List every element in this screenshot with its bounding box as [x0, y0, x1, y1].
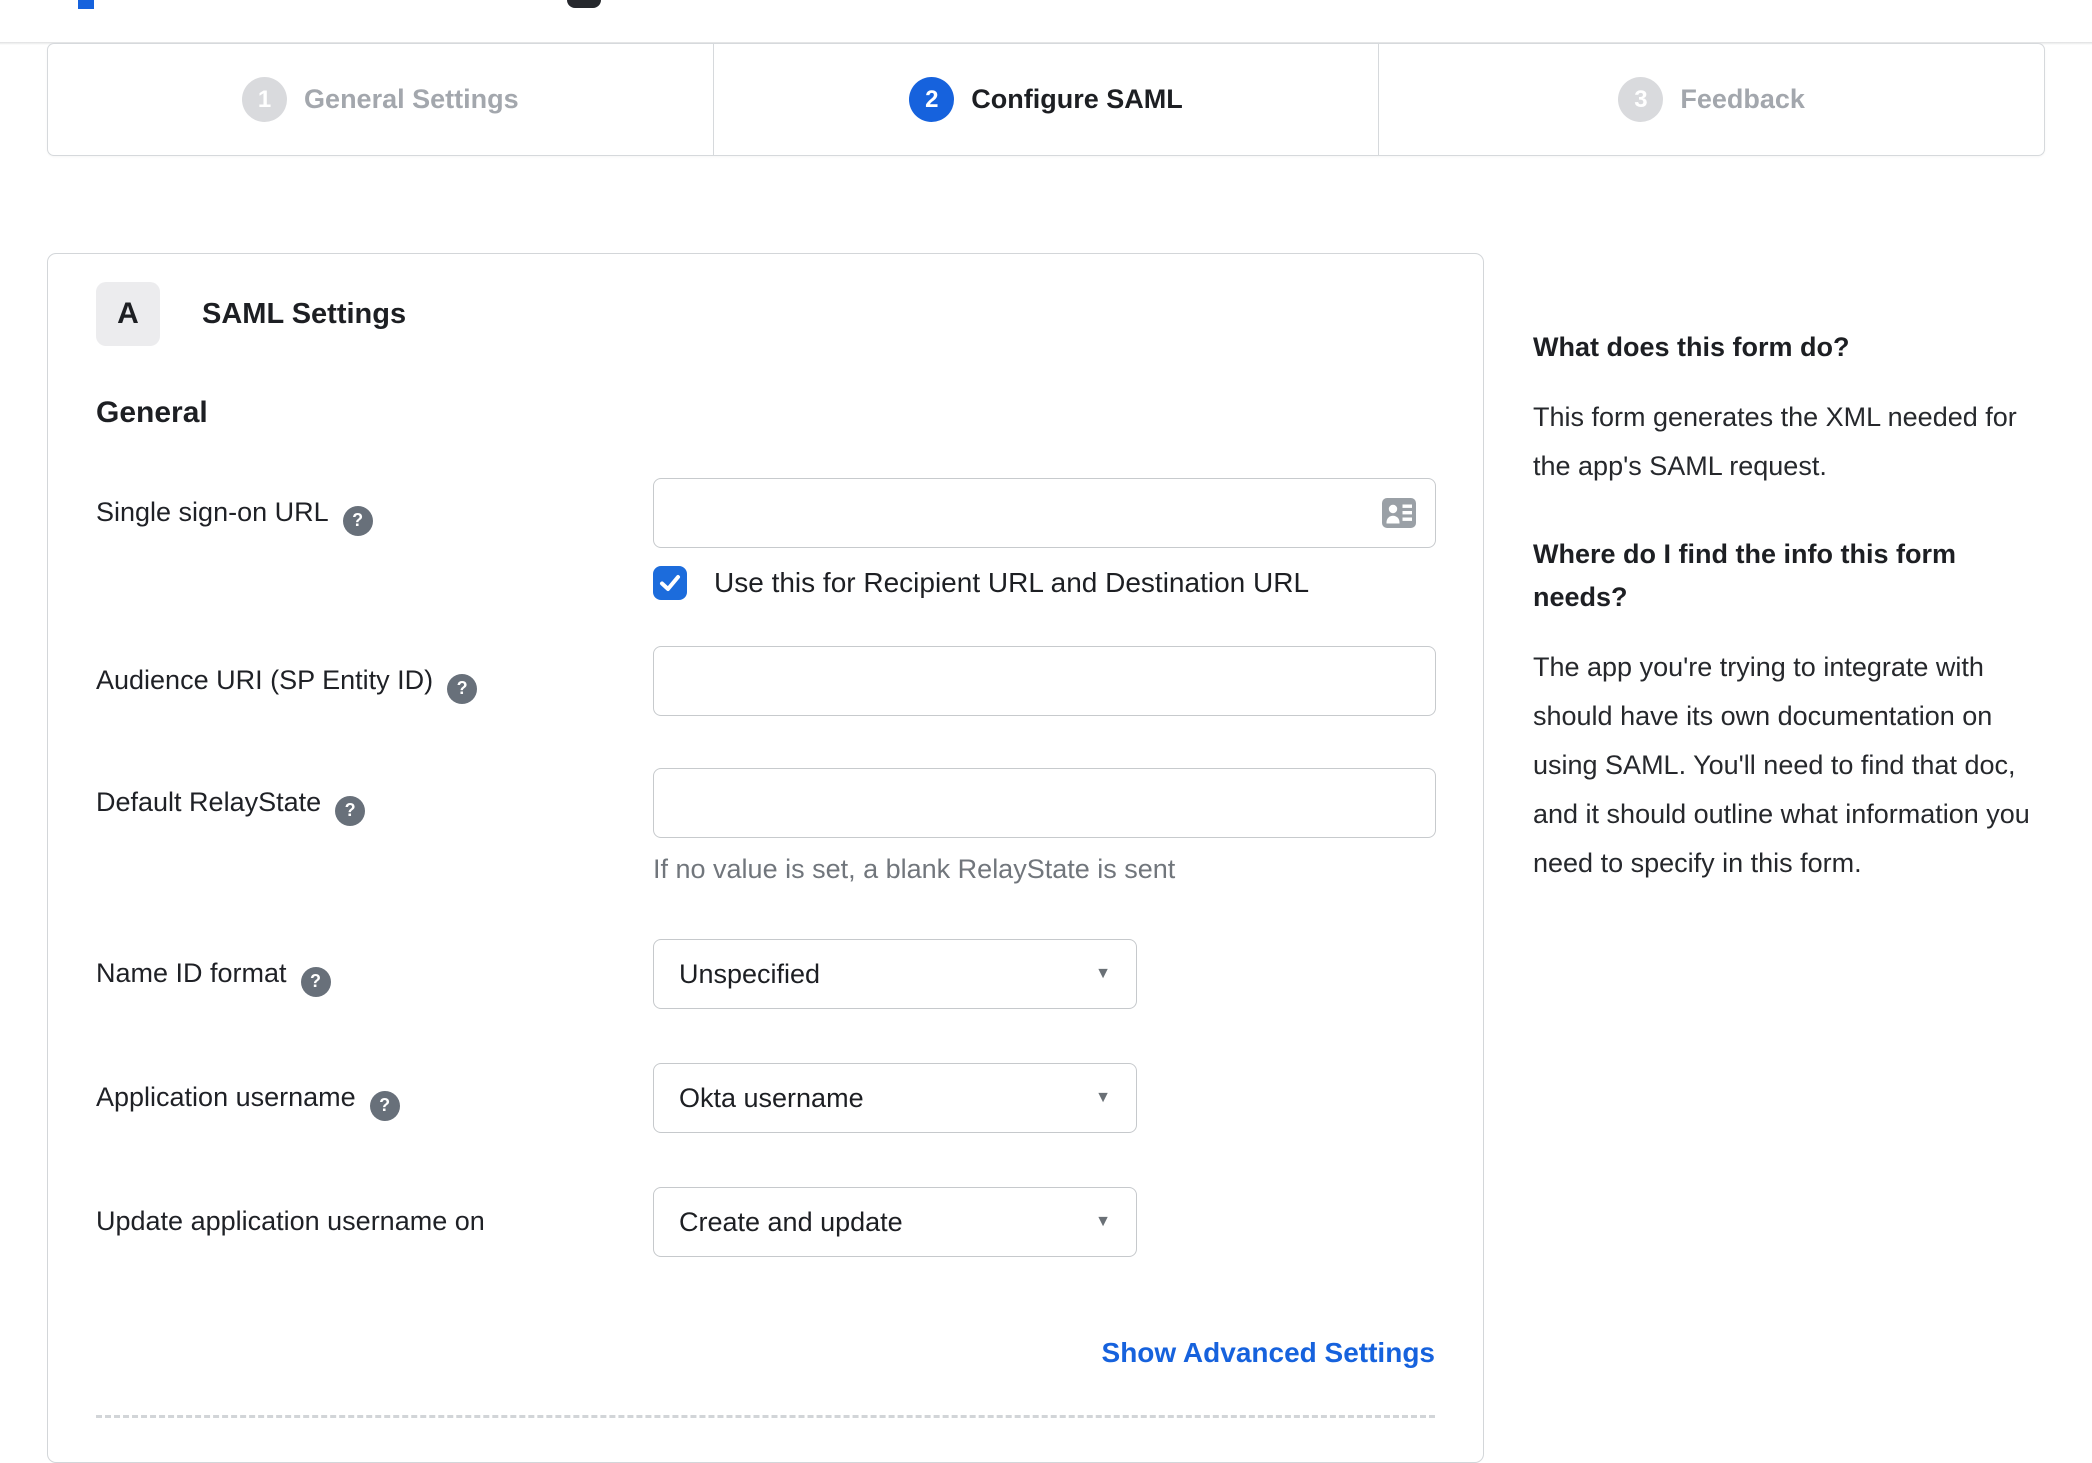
relay-state-input[interactable] — [653, 768, 1436, 838]
general-section-title: General — [96, 396, 208, 429]
step-general-settings[interactable]: 1 General Settings — [48, 44, 713, 155]
saml-settings-panel: A SAML Settings General Single sign-on U… — [47, 253, 1484, 1463]
relay-state-hint: If no value is set, a blank RelayState i… — [653, 854, 1176, 884]
chevron-down-icon: ▼ — [1095, 1213, 1111, 1230]
step-1-label: General Settings — [304, 84, 519, 114]
step-3-label: Feedback — [1680, 84, 1805, 114]
field-row-app-username: Application username? Okta username ▼ — [96, 1063, 1435, 1133]
recipient-url-checkbox-row: Use this for Recipient URL and Destinati… — [653, 566, 1436, 600]
chevron-down-icon: ▼ — [1095, 1089, 1111, 1106]
field-row-relay-state: Default RelayState? If no value is set, … — [96, 768, 1436, 885]
sso-url-help-icon[interactable]: ? — [342, 505, 373, 536]
app-username-label: Application username — [96, 1082, 356, 1112]
show-advanced-settings-link[interactable]: Show Advanced Settings — [1102, 1337, 1435, 1368]
help-heading-where: Where do I find the info this form needs… — [1533, 539, 1956, 612]
sso-url-input[interactable] — [653, 478, 1436, 548]
relay-state-help-icon[interactable]: ? — [335, 795, 366, 826]
name-id-format-select[interactable]: Unspecified ▼ — [653, 939, 1137, 1009]
step-2-label: Configure SAML — [971, 84, 1183, 114]
app-username-help-icon[interactable]: ? — [369, 1090, 400, 1121]
relay-state-label: Default RelayState — [96, 787, 322, 817]
field-row-name-id-format: Name ID format? Unspecified ▼ — [96, 939, 1435, 1009]
app-username-value: Okta username — [679, 1082, 864, 1113]
field-row-update-username: Update application username on Create an… — [96, 1187, 1435, 1257]
audience-uri-help-icon[interactable]: ? — [447, 673, 478, 704]
recipient-url-checkbox-label: Use this for Recipient URL and Destinati… — [714, 567, 1310, 598]
sso-url-label: Single sign-on URL — [96, 497, 329, 527]
field-row-audience-uri: Audience URI (SP Entity ID)? — [96, 646, 1436, 716]
section-divider — [96, 1415, 1435, 1418]
chevron-down-icon: ▼ — [1095, 965, 1111, 982]
audience-uri-label: Audience URI (SP Entity ID) — [96, 665, 434, 695]
advanced-settings-row: Show Advanced Settings — [96, 1337, 1435, 1369]
update-username-label: Update application username on — [96, 1206, 485, 1236]
audience-uri-input[interactable] — [653, 646, 1436, 716]
step-feedback[interactable]: 3 Feedback — [1378, 44, 2044, 155]
panel-header: A SAML Settings — [96, 282, 1435, 346]
step-1-circle: 1 — [242, 77, 288, 122]
help-para-what: This form generates the XML needed for t… — [1533, 402, 2017, 481]
cutoff-blue-fragment — [78, 0, 94, 9]
name-id-format-value: Unspecified — [679, 958, 821, 989]
contact-card-icon[interactable] — [1382, 498, 1416, 528]
cutoff-dark-icon-fragment — [567, 0, 601, 8]
help-sidebar: What does this form do? This form genera… — [1533, 326, 2045, 888]
help-heading-what: What does this form do? — [1533, 332, 1850, 362]
help-para-where: The app you're trying to integrate with … — [1533, 652, 2030, 878]
page: 1 General Settings 2 Configure SAML 3 Fe… — [0, 0, 2092, 1463]
section-a-badge: A — [96, 282, 160, 346]
name-id-format-label: Name ID format — [96, 958, 287, 988]
app-username-select[interactable]: Okta username ▼ — [653, 1063, 1137, 1133]
step-2-circle: 2 — [909, 77, 955, 122]
panel-title: SAML Settings — [202, 297, 407, 330]
update-username-value: Create and update — [679, 1206, 903, 1237]
name-id-format-help-icon[interactable]: ? — [300, 966, 331, 997]
field-row-sso-url: Single sign-on URL? Use this for Recipie… — [96, 478, 1436, 600]
update-username-select[interactable]: Create and update ▼ — [653, 1187, 1137, 1257]
step-configure-saml[interactable]: 2 Configure SAML — [712, 44, 1379, 155]
step-3-circle: 3 — [1618, 77, 1664, 122]
wizard-stepper: 1 General Settings 2 Configure SAML 3 Fe… — [47, 43, 2045, 156]
recipient-url-checkbox[interactable] — [653, 566, 687, 600]
